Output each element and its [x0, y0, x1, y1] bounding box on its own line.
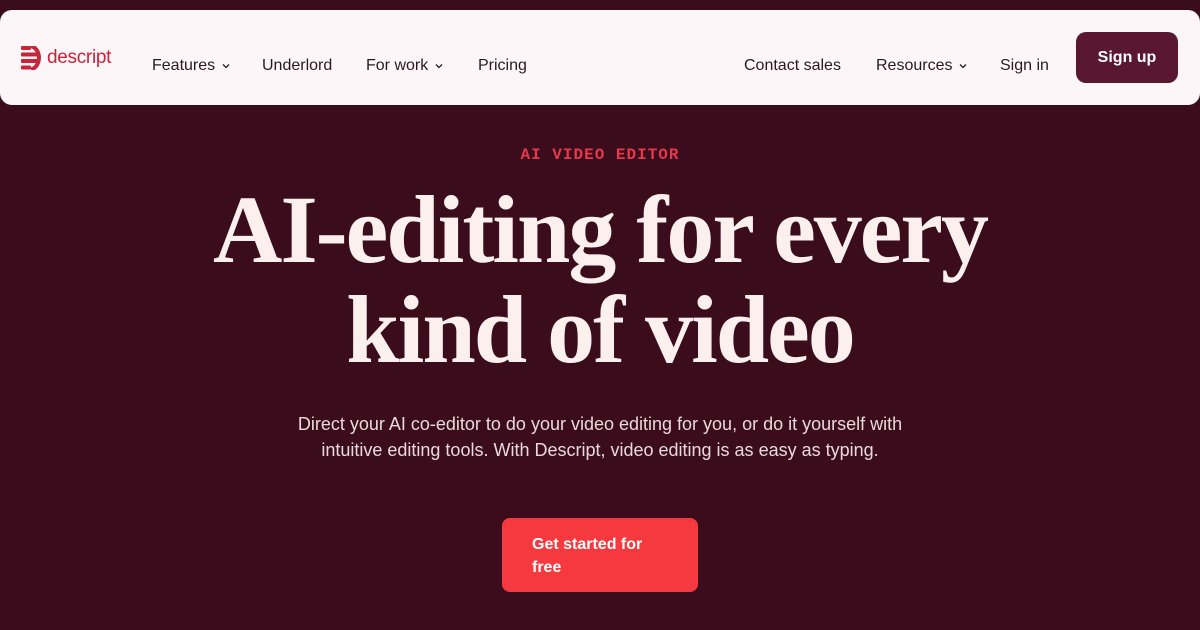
nav-resources[interactable]: Resources	[876, 57, 968, 75]
nav-for-work[interactable]: For work	[366, 57, 444, 75]
hero-eyebrow: AI VIDEO EDITOR	[520, 146, 680, 164]
top-navbar: descript Features Underlord For work Pri…	[0, 10, 1200, 105]
nav-underlord-label: Underlord	[262, 57, 333, 74]
nav-features[interactable]: Features	[152, 57, 231, 75]
hero-subtext: Direct your AI co-editor to do your vide…	[297, 414, 903, 460]
nav-sign-in[interactable]: Sign in	[1000, 57, 1049, 75]
nav-pricing[interactable]: Pricing	[478, 57, 527, 75]
signup-button[interactable]: Sign up	[1076, 32, 1178, 83]
nav-underlord[interactable]: Underlord	[262, 57, 332, 75]
hero-headline: AI-editing for every kind of video	[0, 180, 1200, 380]
chevron-down-icon	[222, 64, 230, 69]
nav-pricing-label: Pricing	[478, 57, 527, 74]
nav-contact-sales[interactable]: Contact sales	[744, 57, 841, 75]
descript-logo-icon	[21, 46, 41, 70]
get-started-button[interactable]: Get started for free	[502, 518, 698, 592]
descript-logo[interactable]: descript	[21, 46, 111, 70]
logo-wordmark: descript	[47, 47, 112, 68]
nav-contact-sales-label: Contact sales	[744, 57, 841, 74]
chevron-down-icon	[435, 64, 443, 69]
chevron-down-icon	[960, 64, 967, 69]
nav-features-label: Features	[152, 57, 216, 74]
hero-headline-line-1: AI-editing for every	[212, 176, 989, 283]
hero-headline-line-2: kind of video	[346, 276, 855, 383]
nav-resources-label: Resources	[876, 57, 953, 74]
nav-for-work-label: For work	[366, 57, 429, 74]
nav-sign-in-label: Sign in	[1000, 57, 1049, 74]
